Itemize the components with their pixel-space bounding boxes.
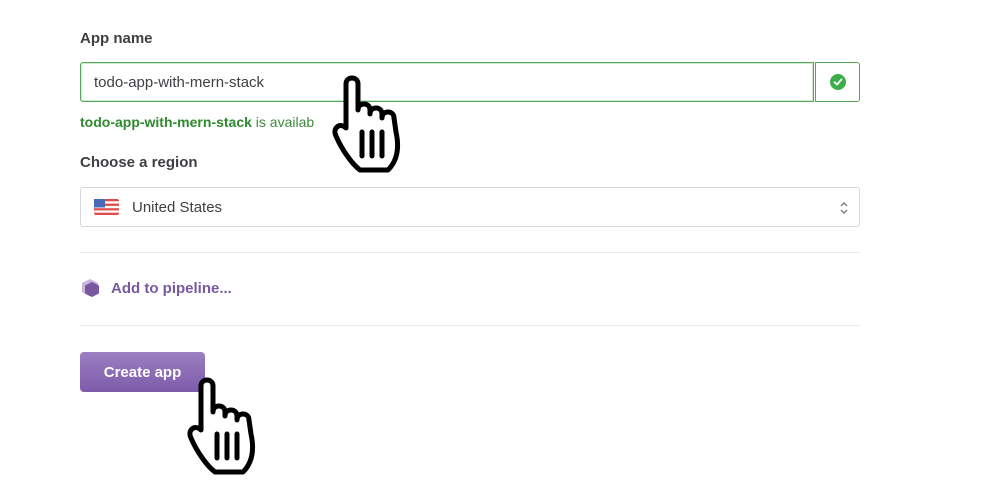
region-select[interactable]: United States	[80, 187, 860, 227]
us-flag-icon	[94, 199, 119, 215]
available-app-name: todo-app-with-mern-stack	[80, 114, 252, 130]
chevron-up-down-icon	[840, 202, 848, 214]
region-label: Choose a region	[80, 154, 198, 171]
region-selected-value: United States	[132, 198, 223, 216]
check-circle-icon	[829, 74, 846, 90]
add-to-pipeline-label: Add to pipeline...	[111, 279, 232, 297]
availability-text: is availab	[251, 114, 315, 130]
hexagon-pipeline-icon	[82, 279, 99, 297]
create-app-button[interactable]: Create app	[80, 352, 205, 392]
app-name-input[interactable]	[81, 63, 813, 101]
availability-message: todo-app-with-mern-stack is availab	[80, 114, 314, 130]
app-name-label: App name	[80, 30, 153, 47]
section-divider	[80, 325, 860, 326]
app-name-field[interactable]	[80, 62, 814, 102]
availability-status	[815, 62, 860, 102]
section-divider	[80, 252, 860, 253]
add-to-pipeline-link[interactable]: Add to pipeline...	[80, 278, 232, 298]
